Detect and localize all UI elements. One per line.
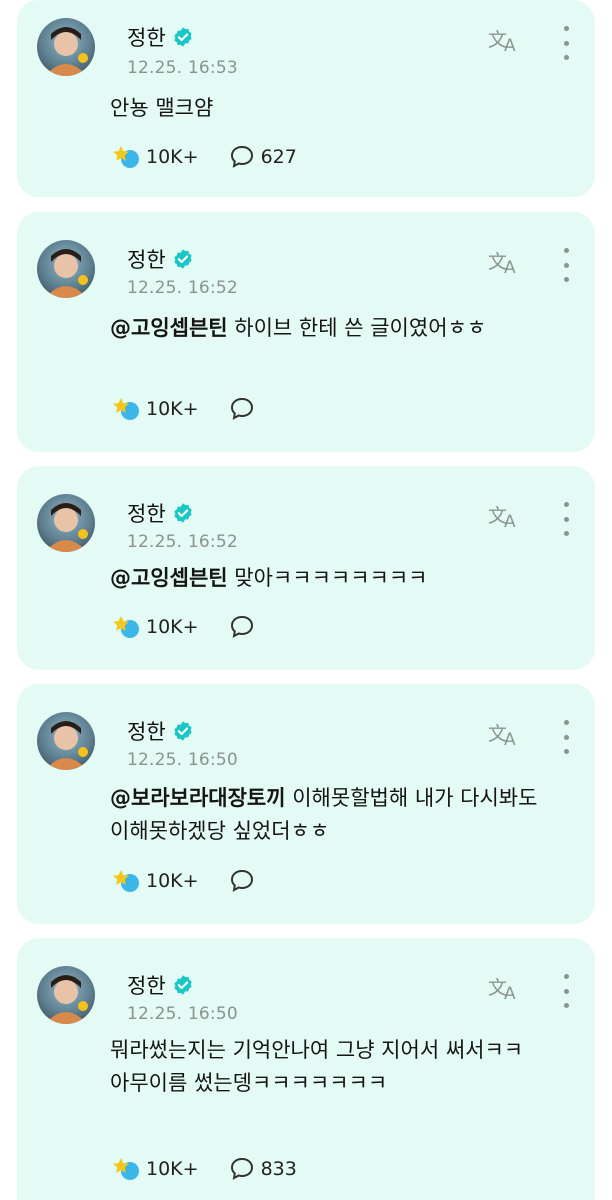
post-time: 12.25. 16:52 bbox=[127, 278, 238, 298]
more-vertical-icon[interactable] bbox=[559, 248, 573, 282]
post-body: @보라보라대장토끼 이해못할법해 내가 다시봐도 이해못하겠당 싶었더ㅎㅎ bbox=[110, 786, 545, 843]
author-name: 정한 bbox=[127, 498, 194, 528]
post-time: 12.25. 16:50 bbox=[127, 750, 238, 770]
author-name: 정한 bbox=[127, 716, 194, 746]
avatar[interactable] bbox=[37, 494, 95, 552]
more-vertical-icon[interactable] bbox=[559, 26, 573, 60]
translate-icon[interactable]: 文A bbox=[487, 24, 523, 54]
like-count: 10K+ bbox=[146, 1158, 199, 1180]
post-card[interactable]: 정한 12.25. 16:50 文A 뭐라썼는지는 기억안나여 그냥 지어서 써… bbox=[17, 938, 595, 1200]
svg-text:A: A bbox=[504, 36, 516, 54]
comment-stat[interactable]: 627 bbox=[229, 144, 297, 170]
svg-text:A: A bbox=[504, 984, 516, 1002]
avatar[interactable] bbox=[37, 240, 95, 298]
comment-bubble-icon[interactable] bbox=[229, 614, 255, 640]
like-star-icon[interactable] bbox=[112, 614, 140, 640]
verified-badge-icon bbox=[174, 249, 192, 269]
like-count: 10K+ bbox=[146, 146, 199, 168]
like-count: 10K+ bbox=[146, 616, 199, 638]
like-stat[interactable]: 10K+ bbox=[112, 868, 199, 894]
like-star-icon[interactable] bbox=[112, 396, 140, 422]
author-name: 정한 bbox=[127, 244, 194, 274]
like-stat[interactable]: 10K+ bbox=[112, 614, 199, 640]
post-body: @고잉셉븐틴 하이브 한테 쓴 글이였어ㅎㅎ bbox=[110, 316, 487, 340]
post-time: 12.25. 16:50 bbox=[127, 1004, 238, 1024]
comment-stat[interactable] bbox=[229, 396, 261, 422]
post-card[interactable]: 정한 12.25. 16:53 文A 안뇽 맬크얌 10K+ 627 bbox=[17, 0, 595, 197]
verified-badge-icon bbox=[174, 503, 192, 523]
like-star-icon[interactable] bbox=[112, 1156, 140, 1182]
post-card[interactable]: 정한 12.25. 16:50 文A @보라보라대장토끼 이해못할법해 내가 다… bbox=[17, 684, 595, 924]
post-footer: 10K+ bbox=[112, 396, 291, 422]
like-stat[interactable]: 10K+ bbox=[112, 1156, 199, 1182]
svg-text:A: A bbox=[504, 730, 516, 748]
like-count: 10K+ bbox=[146, 398, 199, 420]
avatar[interactable] bbox=[37, 966, 95, 1024]
like-stat[interactable]: 10K+ bbox=[112, 144, 199, 170]
post-time: 12.25. 16:52 bbox=[127, 532, 238, 552]
post-card[interactable]: 정한 12.25. 16:52 文A @고잉셉븐틴 맞아ㅋㅋㅋㅋㅋㅋㅋㅋ 10K… bbox=[17, 466, 595, 670]
avatar[interactable] bbox=[37, 18, 95, 76]
verified-badge-icon bbox=[174, 27, 192, 47]
translate-icon[interactable]: 文A bbox=[487, 246, 523, 276]
post-footer: 10K+ 627 bbox=[112, 144, 327, 170]
comment-count: 833 bbox=[260, 1158, 297, 1180]
post-footer: 10K+ 833 bbox=[112, 1156, 327, 1182]
author-name: 정한 bbox=[127, 970, 194, 1000]
like-star-icon[interactable] bbox=[112, 144, 140, 170]
svg-text:A: A bbox=[504, 258, 516, 276]
post-body: 뭐라썼는지는 기억안나여 그냥 지어서 써서ㅋㅋ 아무이름 썼는뎅ㅋㅋㅋㅋㅋㅋㅋ bbox=[110, 1038, 524, 1095]
mention[interactable]: @고잉셉븐틴 bbox=[110, 566, 228, 590]
comment-count: 627 bbox=[260, 146, 297, 168]
verified-badge-icon bbox=[174, 721, 192, 741]
mention[interactable]: @보라보라대장토끼 bbox=[110, 786, 286, 810]
post-time: 12.25. 16:53 bbox=[127, 58, 238, 78]
more-vertical-icon[interactable] bbox=[559, 502, 573, 536]
post-footer: 10K+ bbox=[112, 614, 291, 640]
like-star-icon[interactable] bbox=[112, 868, 140, 894]
post-footer: 10K+ bbox=[112, 868, 291, 894]
post-card[interactable]: 정한 12.25. 16:52 文A @고잉셉븐틴 하이브 한테 쓴 글이였어ㅎ… bbox=[17, 212, 595, 452]
comment-bubble-icon[interactable] bbox=[229, 144, 255, 170]
comment-bubble-icon[interactable] bbox=[229, 868, 255, 894]
mention[interactable]: @고잉셉븐틴 bbox=[110, 316, 228, 340]
more-vertical-icon[interactable] bbox=[559, 974, 573, 1008]
post-body: @고잉셉븐틴 맞아ㅋㅋㅋㅋㅋㅋㅋㅋ bbox=[110, 566, 428, 590]
translate-icon[interactable]: 文A bbox=[487, 972, 523, 1002]
verified-badge-icon bbox=[174, 975, 192, 995]
like-count: 10K+ bbox=[146, 870, 199, 892]
comment-stat[interactable]: 833 bbox=[229, 1156, 297, 1182]
avatar[interactable] bbox=[37, 712, 95, 770]
comment-stat[interactable] bbox=[229, 868, 261, 894]
comment-stat[interactable] bbox=[229, 614, 261, 640]
post-body: 안뇽 맬크얌 bbox=[110, 96, 214, 120]
svg-text:A: A bbox=[504, 512, 516, 530]
translate-icon[interactable]: 文A bbox=[487, 718, 523, 748]
like-stat[interactable]: 10K+ bbox=[112, 396, 199, 422]
comment-bubble-icon[interactable] bbox=[229, 1156, 255, 1182]
author-name: 정한 bbox=[127, 22, 194, 52]
more-vertical-icon[interactable] bbox=[559, 720, 573, 754]
comment-bubble-icon[interactable] bbox=[229, 396, 255, 422]
translate-icon[interactable]: 文A bbox=[487, 500, 523, 530]
